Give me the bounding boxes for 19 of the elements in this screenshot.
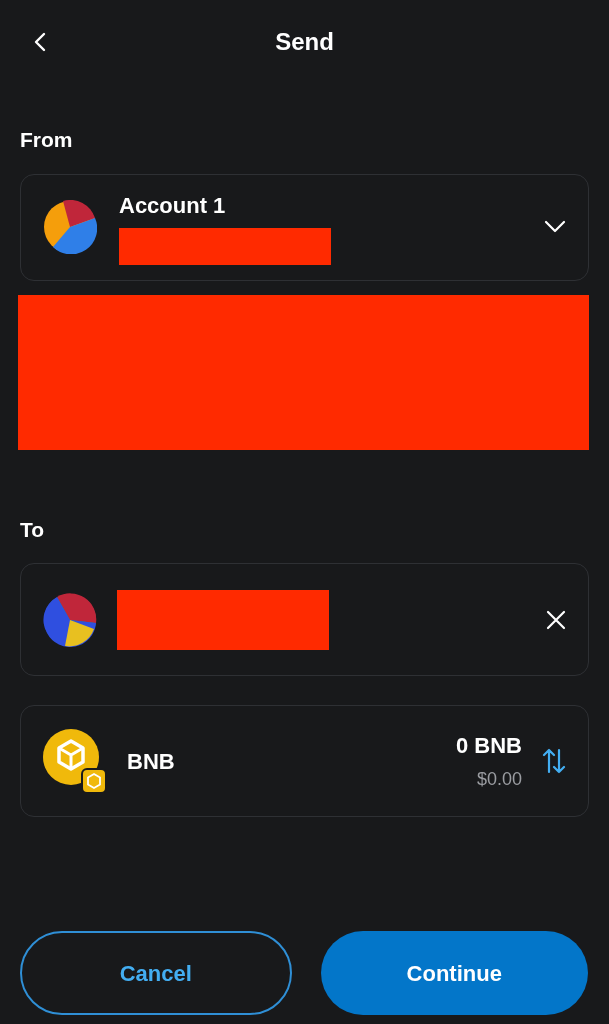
swap-arrows-icon[interactable]: [542, 748, 566, 774]
fiat-amount: $0.00: [476, 768, 522, 791]
chevron-down-icon[interactable]: [544, 220, 566, 234]
token-symbol: BNB: [127, 747, 176, 776]
close-icon[interactable]: [546, 609, 566, 630]
continue-button[interactable]: Continue: [320, 931, 588, 1015]
recipient-card[interactable]: [20, 563, 589, 676]
asset-card[interactable]: BNB 0 BNB $0.00: [20, 705, 589, 817]
account-selector[interactable]: Account 1: [20, 173, 589, 281]
token-amount: 0 BNB: [456, 732, 522, 760]
back-icon[interactable]: [32, 32, 48, 52]
cancel-button[interactable]: Cancel: [20, 931, 292, 1015]
screen-title: Send: [275, 27, 334, 57]
avatar-icon: [43, 592, 97, 647]
avatar-icon: [43, 200, 97, 254]
token-icon: [43, 729, 107, 793]
section-label: From: [20, 127, 73, 153]
section-label: To: [20, 516, 45, 543]
account-name: Account 1: [119, 192, 226, 220]
